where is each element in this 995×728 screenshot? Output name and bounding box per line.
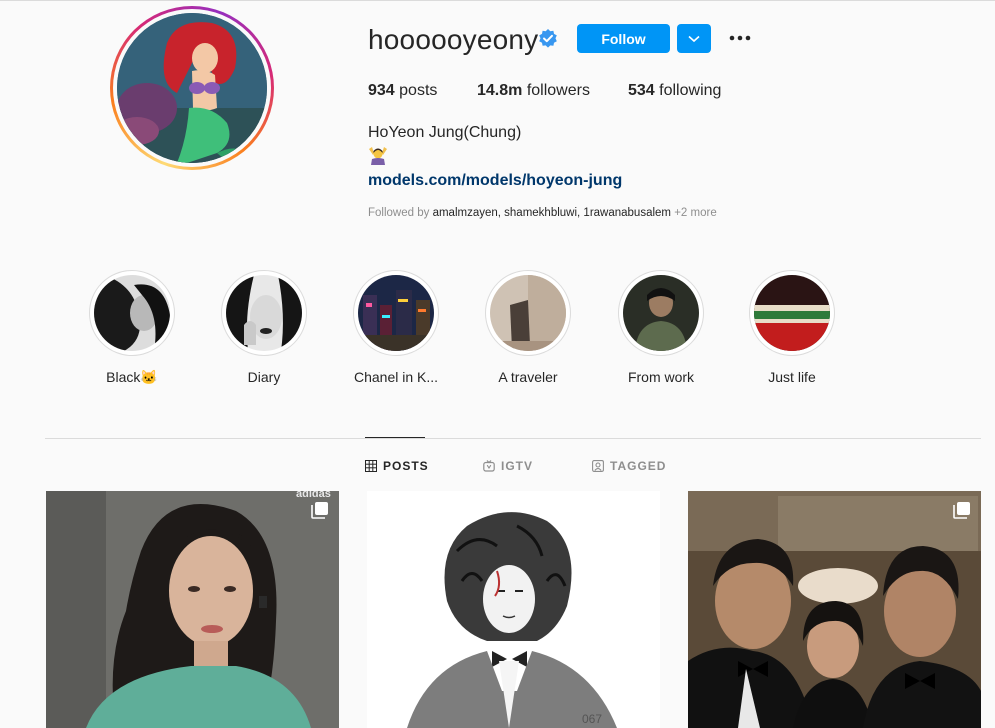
grid-icon xyxy=(365,460,377,472)
posts-count-value: 934 xyxy=(368,82,395,99)
followed-by-prefix: Followed by xyxy=(368,207,430,219)
highlight-cover xyxy=(754,275,830,351)
post-brand-text: adidas xyxy=(296,491,331,500)
following-count-label: following xyxy=(659,82,722,99)
highlight-traveler[interactable]: A traveler xyxy=(468,270,588,385)
active-tab-indicator xyxy=(365,437,425,438)
tab-tagged[interactable]: TAGGED xyxy=(592,458,666,474)
person-gesturing-emoji-icon xyxy=(369,147,387,165)
tagged-icon xyxy=(592,460,604,472)
highlight-diary[interactable]: Diary xyxy=(204,270,324,385)
profile-avatar-story-ring[interactable] xyxy=(110,6,274,170)
highlight-label: From work xyxy=(627,369,695,385)
post-thumbnail[interactable]: adidas xyxy=(46,491,339,728)
suggested-accounts-dropdown-button[interactable] xyxy=(677,24,711,53)
highlight-black[interactable]: Black🐱 xyxy=(72,270,192,386)
multiple-photos-icon xyxy=(953,502,970,519)
highlight-cover xyxy=(623,275,699,351)
post-image: adidas xyxy=(46,491,339,728)
highlight-cover xyxy=(358,275,434,351)
following-count-link[interactable]: 534 following xyxy=(628,82,721,100)
highlight-label: A traveler xyxy=(498,369,558,385)
posts-count: 934 posts xyxy=(368,82,437,100)
highlight-ring xyxy=(618,270,704,356)
followed-by-names: amalmzayen, shamekhbluwi, 1rawanabusalem xyxy=(432,207,672,219)
post-image xyxy=(688,491,981,728)
tab-posts[interactable]: POSTS xyxy=(365,458,429,474)
avatar-image xyxy=(117,13,267,163)
highlight-label: Chanel in K... xyxy=(353,369,439,385)
top-border xyxy=(0,0,995,1)
followed-by[interactable]: Followed by amalmzayen, shamekhbluwi, 1r… xyxy=(368,207,717,219)
highlight-just-life[interactable]: Just life xyxy=(732,270,852,385)
tab-posts-label: POSTS xyxy=(383,459,429,473)
tab-tagged-label: TAGGED xyxy=(610,459,667,473)
more-options-icon xyxy=(729,35,751,41)
igtv-icon xyxy=(483,460,495,472)
profile-username: hoooooyeony xyxy=(368,24,539,55)
highlight-cover xyxy=(226,275,302,351)
multiple-photos-icon xyxy=(311,502,328,519)
highlight-cover xyxy=(490,275,566,351)
more-options-button[interactable] xyxy=(726,26,754,50)
followers-count-value: 14.8m xyxy=(477,82,523,99)
profile-full-name: HoYeon Jung(Chung) xyxy=(368,124,522,141)
post-image: 067 xyxy=(367,491,660,728)
chevron-down-icon xyxy=(688,35,700,42)
highlight-ring xyxy=(221,270,307,356)
followed-by-more: +2 more xyxy=(674,207,717,219)
follow-button[interactable]: Follow xyxy=(577,24,670,53)
highlight-cover xyxy=(94,275,170,351)
highlight-ring xyxy=(89,270,175,356)
post-thumbnail[interactable] xyxy=(688,491,981,728)
verified-badge-icon xyxy=(539,29,557,48)
tab-igtv-label: IGTV xyxy=(501,459,534,473)
profile-website-link[interactable]: models.com/models/hoyeon-jung xyxy=(368,172,622,190)
tabs-divider xyxy=(45,438,981,439)
post-thumbnail[interactable]: 067 xyxy=(367,491,660,728)
posts-count-label: posts xyxy=(399,82,438,99)
highlight-ring xyxy=(353,270,439,356)
highlight-ring xyxy=(485,270,571,356)
followers-count-link[interactable]: 14.8m followers xyxy=(477,82,590,100)
highlight-ring xyxy=(749,270,835,356)
highlight-label: Just life xyxy=(768,369,816,385)
avatar[interactable] xyxy=(117,13,267,163)
highlight-chanel[interactable]: Chanel in K... xyxy=(336,270,456,385)
highlight-label: Diary xyxy=(247,369,281,385)
following-count-value: 534 xyxy=(628,82,655,99)
tab-igtv[interactable]: IGTV xyxy=(483,458,533,474)
highlight-label: Black🐱 xyxy=(106,369,158,385)
highlight-from-work[interactable]: From work xyxy=(601,270,721,385)
post-number-text: 067 xyxy=(582,712,602,726)
followers-count-label: followers xyxy=(526,82,590,99)
